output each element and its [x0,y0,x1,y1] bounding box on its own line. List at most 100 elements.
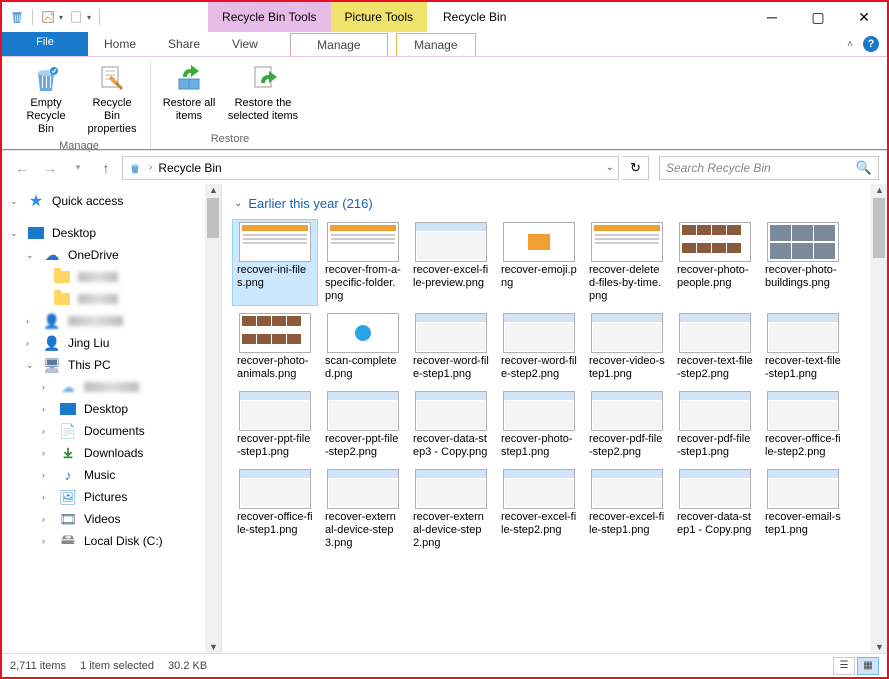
address-bar[interactable]: › Recycle Bin ⌄ [122,156,619,180]
content-scrollbar[interactable]: ▲▼ [871,184,887,653]
sidebar-folder-redacted[interactable] [2,266,221,288]
up-button[interactable]: ↑ [94,156,118,180]
file-item[interactable]: recover-photo-people.png [672,219,758,306]
tab-file[interactable]: File [2,32,88,56]
file-item[interactable]: recover-data-step1 - Copy.png [672,466,758,553]
tab-home[interactable]: Home [88,32,152,56]
file-item[interactable]: recover-text-file-step2.png [672,310,758,384]
file-name: recover-office-file-step1.png [235,509,315,537]
picture-icon: 🖼 [60,489,76,505]
file-item[interactable]: recover-ppt-file-step2.png [320,388,406,462]
recent-dropdown-icon[interactable]: ▾ [66,156,90,180]
search-placeholder: Search Recycle Bin [666,161,856,175]
selection-count: 1 item selected [80,660,154,672]
search-icon[interactable]: 🔍 [856,160,872,176]
file-item[interactable]: recover-text-file-step1.png [760,310,846,384]
file-item[interactable]: recover-deleted-files-by-time.png [584,219,670,306]
folder-icon [54,291,70,307]
file-item[interactable]: recover-ppt-file-step1.png [232,388,318,462]
minimize-button[interactable]: ─ [749,2,795,32]
sidebar-quick-access[interactable]: ⌄★ Quick access [2,190,221,212]
file-item[interactable]: recover-email-step1.png [760,466,846,553]
empty-bin-icon [30,63,62,95]
tab-view[interactable]: View [216,32,274,56]
tab-manage-picture[interactable]: Manage [396,33,476,56]
desktop-icon [60,401,76,417]
sidebar-jing-liu[interactable]: ›👤 Jing Liu [2,332,221,354]
restore-selected-button[interactable]: Restore the selected items [223,61,303,131]
file-name: recover-ppt-file-step1.png [235,431,315,459]
file-item[interactable]: recover-data-step3 - Copy.png [408,388,494,462]
close-button[interactable]: ✕ [841,2,887,32]
sidebar-onedrive[interactable]: ⌄☁ OneDrive [2,244,221,266]
chevron-right-icon[interactable]: › [149,162,152,173]
file-name: recover-ppt-file-step2.png [323,431,403,459]
sidebar-documents[interactable]: ›📄 Documents [2,420,221,442]
recycle-bin-icon [8,8,26,26]
file-name: recover-word-file-step2.png [499,353,579,381]
qat-dropdown-icon[interactable]: ▾ [59,13,63,22]
back-button[interactable]: ← [10,156,34,180]
file-item[interactable]: recover-video-step1.png [584,310,670,384]
group-header[interactable]: ⌄ Earlier this year (216) [234,196,877,211]
file-item[interactable]: recover-ini-files.png [232,219,318,306]
file-name: recover-text-file-step1.png [763,353,843,381]
file-name: recover-photo-buildings.png [763,262,843,290]
file-name: recover-photo-animals.png [235,353,315,381]
file-item[interactable]: recover-office-file-step1.png [232,466,318,553]
restore-all-button[interactable]: Restore all items [157,61,221,131]
sidebar-downloads[interactable]: › Downloads [2,442,221,464]
collapse-ribbon-icon[interactable]: ˄ [847,39,853,50]
sidebar-pictures[interactable]: ›🖼 Pictures [2,486,221,508]
sidebar-videos[interactable]: ›🎞 Videos [2,508,221,530]
file-item[interactable]: recover-external-device-step3.png [320,466,406,553]
pc-icon: 🖥 [44,357,60,373]
file-item[interactable]: recover-word-file-step1.png [408,310,494,384]
selection-size: 30.2 KB [168,660,207,672]
file-item[interactable]: recover-word-file-step2.png [496,310,582,384]
details-view-button[interactable]: ☰ [833,657,855,675]
file-item[interactable]: recover-from-a-specific-folder.png [320,219,406,306]
sidebar-scrollbar[interactable]: ▲▼ [205,184,221,653]
file-name: recover-excel-file-step2.png [499,509,579,537]
icons-view-button[interactable]: ▦ [857,657,879,675]
file-item[interactable]: recover-excel-file-step2.png [496,466,582,553]
file-item[interactable]: recover-emoji.png [496,219,582,306]
sidebar-folder-redacted[interactable] [2,288,221,310]
forward-button[interactable]: → [38,156,62,180]
tab-manage-recycle[interactable]: Manage [290,33,388,56]
sidebar-desktop-pc[interactable]: › Desktop [2,398,221,420]
file-item[interactable]: recover-pdf-file-step1.png [672,388,758,462]
window-buttons: ─ ▢ ✕ [749,2,887,32]
file-item[interactable]: recover-office-file-step2.png [760,388,846,462]
file-item[interactable]: recover-pdf-file-step2.png [584,388,670,462]
chevron-down-icon: ⌄ [234,198,242,209]
context-tab-recycle-bin-tools[interactable]: Recycle Bin Tools [208,2,331,32]
file-item[interactable]: recover-photo-buildings.png [760,219,846,306]
file-item[interactable]: recover-external-device-step2.png [408,466,494,553]
sidebar-drive-redacted[interactable]: ›☁ [2,376,221,398]
tab-share[interactable]: Share [152,32,216,56]
file-item[interactable]: scan-completed.png [320,310,406,384]
file-item[interactable]: recover-excel-file-step1.png [584,466,670,553]
maximize-button[interactable]: ▢ [795,2,841,32]
address-dropdown-icon[interactable]: ⌄ [606,162,614,173]
qat-properties-icon[interactable] [39,8,57,26]
help-icon[interactable]: ? [863,36,879,52]
sidebar-local-disk-c[interactable]: ›🖴 Local Disk (C:) [2,530,221,552]
file-item[interactable]: recover-photo-animals.png [232,310,318,384]
sidebar-user-redacted[interactable]: ›👤 [2,310,221,332]
qat-menu-icon[interactable]: ▾ [87,13,91,22]
context-tab-picture-tools[interactable]: Picture Tools [331,2,427,32]
empty-recycle-bin-button[interactable]: Empty Recycle Bin [14,61,78,138]
breadcrumb-location[interactable]: Recycle Bin [158,161,221,175]
search-box[interactable]: Search Recycle Bin 🔍 [659,156,879,180]
sidebar-desktop[interactable]: ⌄ Desktop [2,222,221,244]
qat-page-icon[interactable] [67,8,85,26]
sidebar-this-pc[interactable]: ⌄🖥 This PC [2,354,221,376]
sidebar-music[interactable]: ›♪ Music [2,464,221,486]
file-item[interactable]: recover-excel-file-preview.png [408,219,494,306]
recycle-bin-properties-button[interactable]: Recycle Bin properties [80,61,144,138]
file-item[interactable]: recover-photo-step1.png [496,388,582,462]
refresh-button[interactable]: ↻ [623,156,649,180]
